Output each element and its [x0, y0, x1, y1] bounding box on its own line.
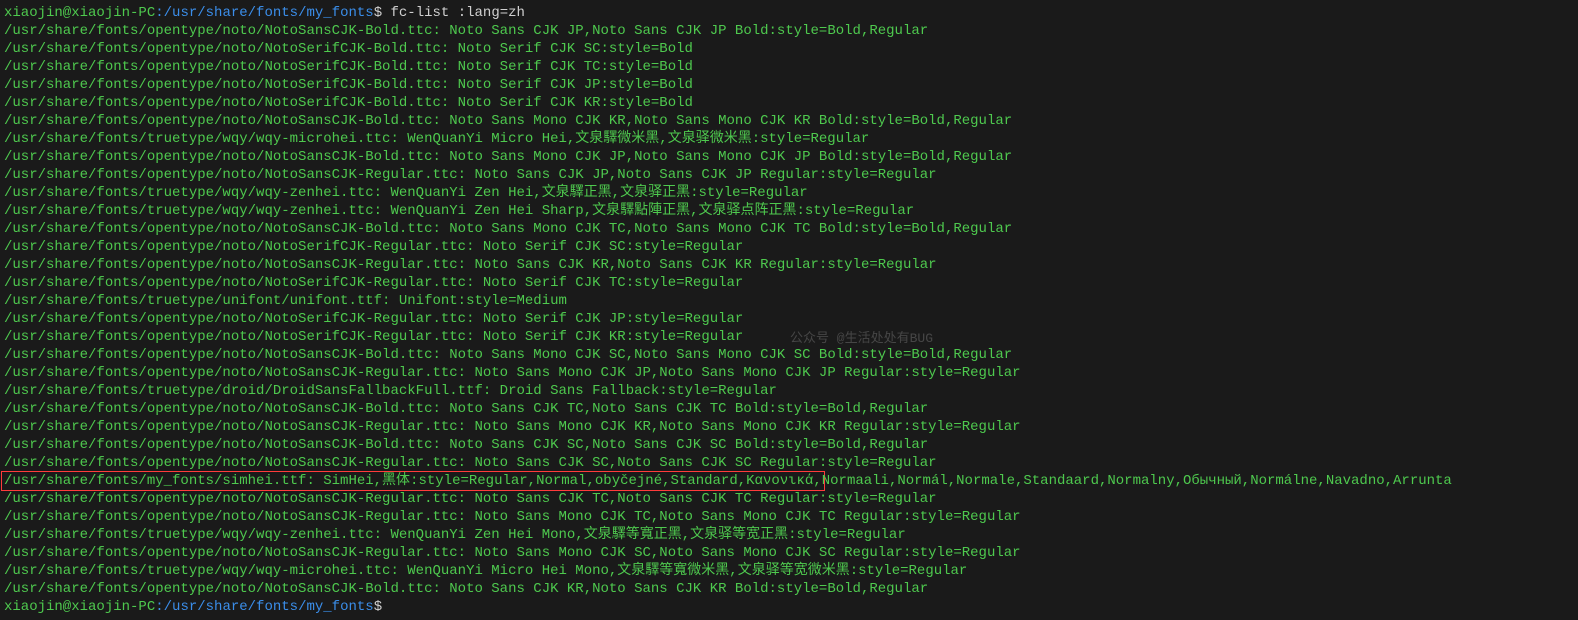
terminal-output-line[interactable]: /usr/share/fonts/opentype/noto/NotoSansC… — [4, 148, 1574, 166]
terminal-output-line[interactable]: /usr/share/fonts/truetype/droid/DroidSan… — [4, 382, 1574, 400]
prompt-cwd: /usr/share/fonts/my_fonts — [164, 599, 374, 615]
terminal-output-line[interactable]: /usr/share/fonts/opentype/noto/NotoSansC… — [4, 400, 1574, 418]
terminal-output-line[interactable]: /usr/share/fonts/opentype/noto/NotoSerif… — [4, 58, 1574, 76]
command-text: fc-list :lang=zh — [391, 5, 525, 21]
terminal-output-line[interactable]: /usr/share/fonts/opentype/noto/NotoSansC… — [4, 112, 1574, 130]
terminal-output-block[interactable]: /usr/share/fonts/opentype/noto/NotoSansC… — [4, 490, 1574, 598]
terminal-output-line[interactable]: /usr/share/fonts/truetype/wqy/wqy-zenhei… — [4, 202, 1574, 220]
terminal-output-line[interactable]: /usr/share/fonts/opentype/noto/NotoSansC… — [4, 580, 1574, 598]
terminal-output-line-highlight[interactable]: /usr/share/fonts/my_fonts/simhei.ttf: Si… — [4, 472, 1574, 490]
terminal-output-line[interactable]: /usr/share/fonts/opentype/noto/NotoSansC… — [4, 22, 1574, 40]
terminal-output-line[interactable]: /usr/share/fonts/truetype/wqy/wqy-zenhei… — [4, 526, 1574, 544]
prompt-cwd: /usr/share/fonts/my_fonts — [164, 5, 374, 21]
highlight-text: /usr/share/fonts/my_fonts/simhei.ttf: Si… — [4, 473, 822, 489]
terminal-output-line[interactable]: /usr/share/fonts/opentype/noto/NotoSerif… — [4, 238, 1574, 256]
terminal-output-line[interactable]: /usr/share/fonts/opentype/noto/NotoSansC… — [4, 454, 1574, 472]
terminal-output-block[interactable]: /usr/share/fonts/opentype/noto/NotoSansC… — [4, 22, 1574, 472]
terminal-output-line[interactable]: /usr/share/fonts/opentype/noto/NotoSerif… — [4, 40, 1574, 58]
terminal-output-line[interactable]: /usr/share/fonts/opentype/noto/NotoSansC… — [4, 220, 1574, 238]
terminal-output-line[interactable]: /usr/share/fonts/opentype/noto/NotoSansC… — [4, 508, 1574, 526]
terminal-output-line[interactable]: /usr/share/fonts/opentype/noto/NotoSansC… — [4, 256, 1574, 274]
terminal-output-line[interactable]: /usr/share/fonts/opentype/noto/NotoSerif… — [4, 310, 1574, 328]
prompt-dollar: $ — [374, 5, 382, 21]
terminal-output-line[interactable]: /usr/share/fonts/opentype/noto/NotoSerif… — [4, 76, 1574, 94]
terminal-output-line[interactable]: /usr/share/fonts/opentype/noto/NotoSansC… — [4, 544, 1574, 562]
terminal-output-line[interactable]: /usr/share/fonts/opentype/noto/NotoSerif… — [4, 328, 1574, 346]
terminal-output-line[interactable]: /usr/share/fonts/truetype/wqy/wqy-zenhei… — [4, 184, 1574, 202]
prompt-colon: : — [155, 599, 163, 615]
prompt-colon: : — [155, 5, 163, 21]
terminal-output-line[interactable]: /usr/share/fonts/opentype/noto/NotoSerif… — [4, 94, 1574, 112]
terminal-output-line[interactable]: /usr/share/fonts/opentype/noto/NotoSansC… — [4, 346, 1574, 364]
terminal-output-line[interactable]: /usr/share/fonts/truetype/wqy/wqy-microh… — [4, 130, 1574, 148]
prompt-user-host: xiaojin@xiaojin-PC — [4, 599, 155, 615]
terminal-output-line[interactable]: /usr/share/fonts/opentype/noto/NotoSansC… — [4, 490, 1574, 508]
terminal-output-line[interactable]: /usr/share/fonts/opentype/noto/NotoSansC… — [4, 364, 1574, 382]
highlight-tail: Normaali,Normál,Normale,Standaard,Normal… — [822, 473, 1452, 489]
terminal-prompt-line[interactable]: xiaojin@xiaojin-PC:/usr/share/fonts/my_f… — [4, 598, 1574, 616]
terminal-output-line[interactable]: /usr/share/fonts/truetype/wqy/wqy-microh… — [4, 562, 1574, 580]
terminal-prompt-line[interactable]: xiaojin@xiaojin-PC:/usr/share/fonts/my_f… — [4, 4, 1574, 22]
terminal-output-line[interactable]: /usr/share/fonts/opentype/noto/NotoSansC… — [4, 436, 1574, 454]
terminal-output-line[interactable]: /usr/share/fonts/truetype/unifont/unifon… — [4, 292, 1574, 310]
terminal-output-line[interactable]: /usr/share/fonts/opentype/noto/NotoSansC… — [4, 166, 1574, 184]
prompt-dollar: $ — [374, 599, 382, 615]
terminal-output-line[interactable]: /usr/share/fonts/opentype/noto/NotoSansC… — [4, 418, 1574, 436]
terminal-output-line[interactable]: /usr/share/fonts/opentype/noto/NotoSerif… — [4, 274, 1574, 292]
prompt-user-host: xiaojin@xiaojin-PC — [4, 5, 155, 21]
red-highlight-box: /usr/share/fonts/my_fonts/simhei.ttf: Si… — [1, 471, 825, 491]
